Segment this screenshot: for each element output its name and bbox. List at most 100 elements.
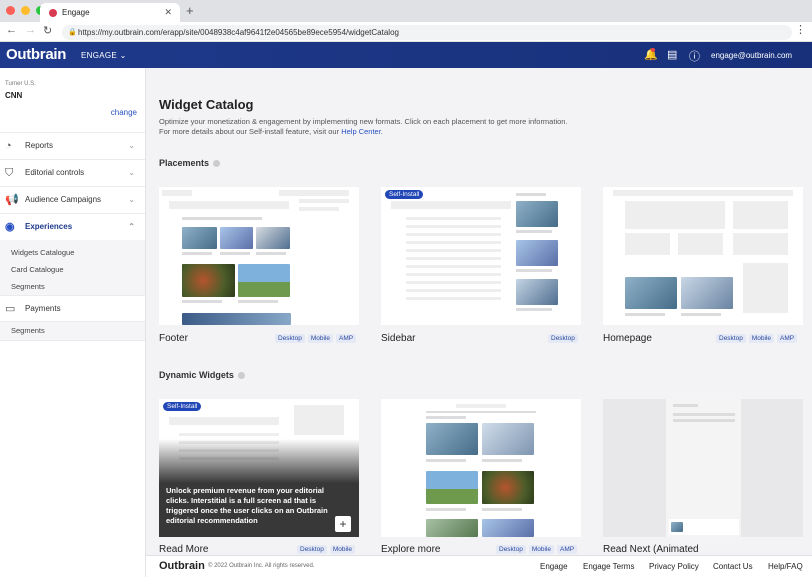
section-title-text: Dynamic Widgets [159, 370, 234, 380]
placement-card-homepage[interactable] [603, 187, 803, 325]
self-install-badge: Self-Install [385, 190, 424, 199]
card-label: Explore more [381, 544, 441, 555]
placement-card-sidebar[interactable]: Self-Install [381, 187, 581, 325]
outbrain-logo[interactable]: Outbrain [6, 46, 66, 63]
chevron-down-icon: ⌄ [119, 51, 127, 60]
copyright: © 2022 Outbrain Inc. All rights reserved… [208, 563, 315, 569]
sidebar-item-label: Reports [25, 141, 54, 150]
tag: Mobile [307, 334, 334, 343]
tag: Desktop [548, 334, 578, 343]
dynamic-card-read-more[interactable]: Self-Install Unlock premium revenue from… [159, 399, 359, 537]
platform-tags: Desktop Mobile AMP [275, 334, 357, 343]
footer-link-engage[interactable]: Engage [540, 562, 568, 571]
help-icon[interactable]: ⓘ [689, 48, 700, 64]
submenu-payments-segments[interactable]: Segments [11, 326, 45, 335]
tag: Mobile [329, 545, 356, 554]
tag: Desktop [496, 545, 526, 554]
footer-link-help-faq[interactable]: Help/FAQ [768, 562, 803, 571]
product-switcher[interactable]: ENGAGE ⌄ [81, 51, 127, 60]
platform-tags: Desktop Mobile AMP [496, 545, 578, 554]
platform-tags: Desktop [548, 334, 578, 343]
chart-icon: ◔ [5, 140, 12, 152]
sidebar-item-audience-campaigns[interactable]: 📢 Audience Campaigns ⌄ [0, 186, 145, 212]
card-label: Homepage [603, 333, 652, 344]
tag: Mobile [748, 334, 775, 343]
shield-icon: ⛉ [5, 167, 14, 179]
browser-menu-icon[interactable]: ⋮ [795, 23, 806, 36]
experiences-icon: ◉ [5, 221, 15, 233]
address-bar[interactable]: 🔒 https://my.outbrain.com/erapp/site/004… [62, 25, 792, 40]
footer-link-privacy-policy[interactable]: Privacy Policy [649, 562, 699, 571]
tag: Mobile [528, 545, 555, 554]
footer-link-contact-us[interactable]: Contact Us [713, 562, 753, 571]
megaphone-icon: 📢 [5, 194, 19, 206]
sidebar-item-reports[interactable]: ◔ Reports ⌄ [0, 132, 145, 158]
card-label: Footer [159, 333, 188, 344]
platform-tags: Desktop Mobile AMP [716, 334, 798, 343]
account-publisher: Turner U.S. [5, 81, 36, 87]
placement-card-footer[interactable] [159, 187, 359, 325]
chevron-down-icon: ⌄ [128, 141, 135, 150]
forward-icon[interactable]: → [25, 24, 36, 36]
app-header: Outbrain ENGAGE ⌄ 🔔 ▤ ⓘ engage@outbrain.… [0, 42, 812, 68]
account-name: CNN [5, 91, 23, 100]
card-label: Read More [159, 544, 209, 555]
sidebar-item-label: Experiences [25, 222, 73, 231]
page-footer: Outbrain © 2022 Outbrain Inc. All rights… [146, 555, 812, 577]
reload-icon[interactable]: ↻ [43, 24, 52, 37]
page-title: Widget Catalog [159, 97, 254, 112]
help-center-link[interactable]: Help Center. [341, 127, 383, 136]
notification-dot [651, 48, 655, 52]
sidebar: Turner U.S. CNN change ◔ Reports ⌄ ⛉ Edi… [0, 68, 146, 577]
messages-icon[interactable]: ▤ [667, 48, 677, 61]
wallet-icon: ▭ [5, 303, 16, 315]
minimize-window-button[interactable] [21, 6, 30, 15]
chevron-down-icon: ⌄ [128, 195, 135, 204]
submenu-card-catalogue[interactable]: Card Catalogue [11, 265, 64, 274]
page-description: Optimize your monetization & engagement … [159, 117, 599, 137]
sidebar-item-editorial-controls[interactable]: ⛉ Editorial controls ⌄ [0, 159, 145, 185]
favicon-icon [49, 9, 57, 17]
tag: AMP [557, 545, 578, 554]
chevron-up-icon: ⌃ [128, 222, 135, 231]
back-icon[interactable]: ← [6, 24, 17, 36]
tag: Desktop [297, 545, 327, 554]
card-label: Read Next (Animated [603, 544, 699, 555]
section-title-text: Placements [159, 158, 210, 168]
self-install-badge: Self-Install [163, 402, 202, 411]
dynamic-card-explore-more[interactable] [381, 399, 581, 537]
submenu-segments[interactable]: Segments [11, 282, 45, 291]
new-tab-icon[interactable]: + [186, 3, 194, 18]
card-overlay-text: Unlock premium revenue from your editori… [166, 486, 328, 525]
product-name: ENGAGE [81, 51, 118, 60]
placements-section-title: Placements [159, 158, 221, 168]
sidebar-item-payments[interactable]: ▭ Payments [0, 295, 145, 321]
chevron-down-icon: ⌄ [128, 168, 135, 177]
close-window-button[interactable] [6, 6, 15, 15]
sidebar-item-label: Editorial controls [25, 168, 85, 177]
tag: Desktop [716, 334, 746, 343]
description-line-1: Optimize your monetization & engagement … [159, 117, 568, 126]
card-label: Sidebar [381, 333, 416, 344]
description-line-2: For more details about our Self-install … [159, 127, 599, 137]
info-icon[interactable] [213, 160, 221, 167]
close-tab-icon[interactable]: ✕ [164, 3, 172, 22]
change-account-link[interactable]: change [111, 108, 137, 117]
footer-link-engage-terms[interactable]: Engage Terms [583, 562, 634, 571]
dynamic-widgets-section-title: Dynamic Widgets [159, 370, 245, 380]
url-text: https://my.outbrain.com/erapp/site/00489… [78, 28, 399, 37]
browser-tab[interactable]: Engage ✕ [40, 3, 180, 22]
footer-logo: Outbrain [159, 560, 205, 572]
add-widget-button[interactable]: + [335, 516, 351, 532]
dynamic-card-read-next[interactable] [603, 399, 803, 537]
tag: AMP [777, 334, 798, 343]
sidebar-item-label: Payments [25, 304, 61, 313]
user-email[interactable]: engage@outbrain.com [711, 51, 792, 60]
info-icon[interactable] [237, 372, 245, 379]
sidebar-item-experiences[interactable]: ◉ Experiences ⌃ [0, 213, 145, 239]
tag: Desktop [275, 334, 305, 343]
browser-toolbar: ← → ↻ 🔒 https://my.outbrain.com/erapp/si… [0, 22, 812, 42]
browser-tab-strip: Engage ✕ + [0, 0, 812, 22]
submenu-widgets-catalogue[interactable]: Widgets Catalogue [11, 248, 74, 257]
tab-title: Engage [62, 8, 90, 17]
